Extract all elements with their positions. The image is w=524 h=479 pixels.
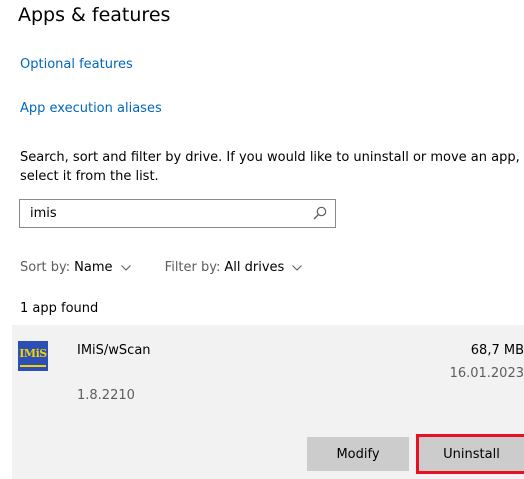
sort-value: Name [74,260,113,275]
page-title: Apps & features [18,4,171,26]
app-name: IMiS/wScan [77,343,151,358]
uninstall-button[interactable]: Uninstall [416,434,524,474]
search-description: Search, sort and filter by drive. If you… [20,150,520,184]
filter-value: All drives [224,260,285,275]
app-install-date: 16.01.2023 [449,366,524,381]
app-size: 68,7 MB [470,343,524,358]
sort-filter-row: Sort by: Name Filter by: All drives [20,260,303,275]
app-logo-text: IMiS [19,347,47,360]
search-icon[interactable] [313,206,327,220]
filter-label: Filter by: [164,260,221,275]
sort-label: Sort by: [20,260,71,275]
result-count: 1 app found [20,301,99,316]
search-box[interactable] [19,199,336,228]
search-input[interactable] [30,204,300,223]
chevron-down-icon [292,264,303,271]
chevron-down-icon [120,264,131,271]
app-logo-underline [20,365,46,367]
modify-button[interactable]: Modify [307,437,409,471]
app-list-item[interactable]: IMiS IMiS/wScan 1.8.2210 68,7 MB 16.01.2… [12,325,524,479]
app-execution-aliases-link[interactable]: App execution aliases [20,101,162,116]
optional-features-link[interactable]: Optional features [20,57,133,72]
filter-dropdown[interactable]: Filter by: All drives [165,260,303,275]
app-version: 1.8.2210 [77,388,135,403]
sort-dropdown[interactable]: Sort by: Name [20,260,131,275]
app-logo: IMiS [18,341,48,371]
